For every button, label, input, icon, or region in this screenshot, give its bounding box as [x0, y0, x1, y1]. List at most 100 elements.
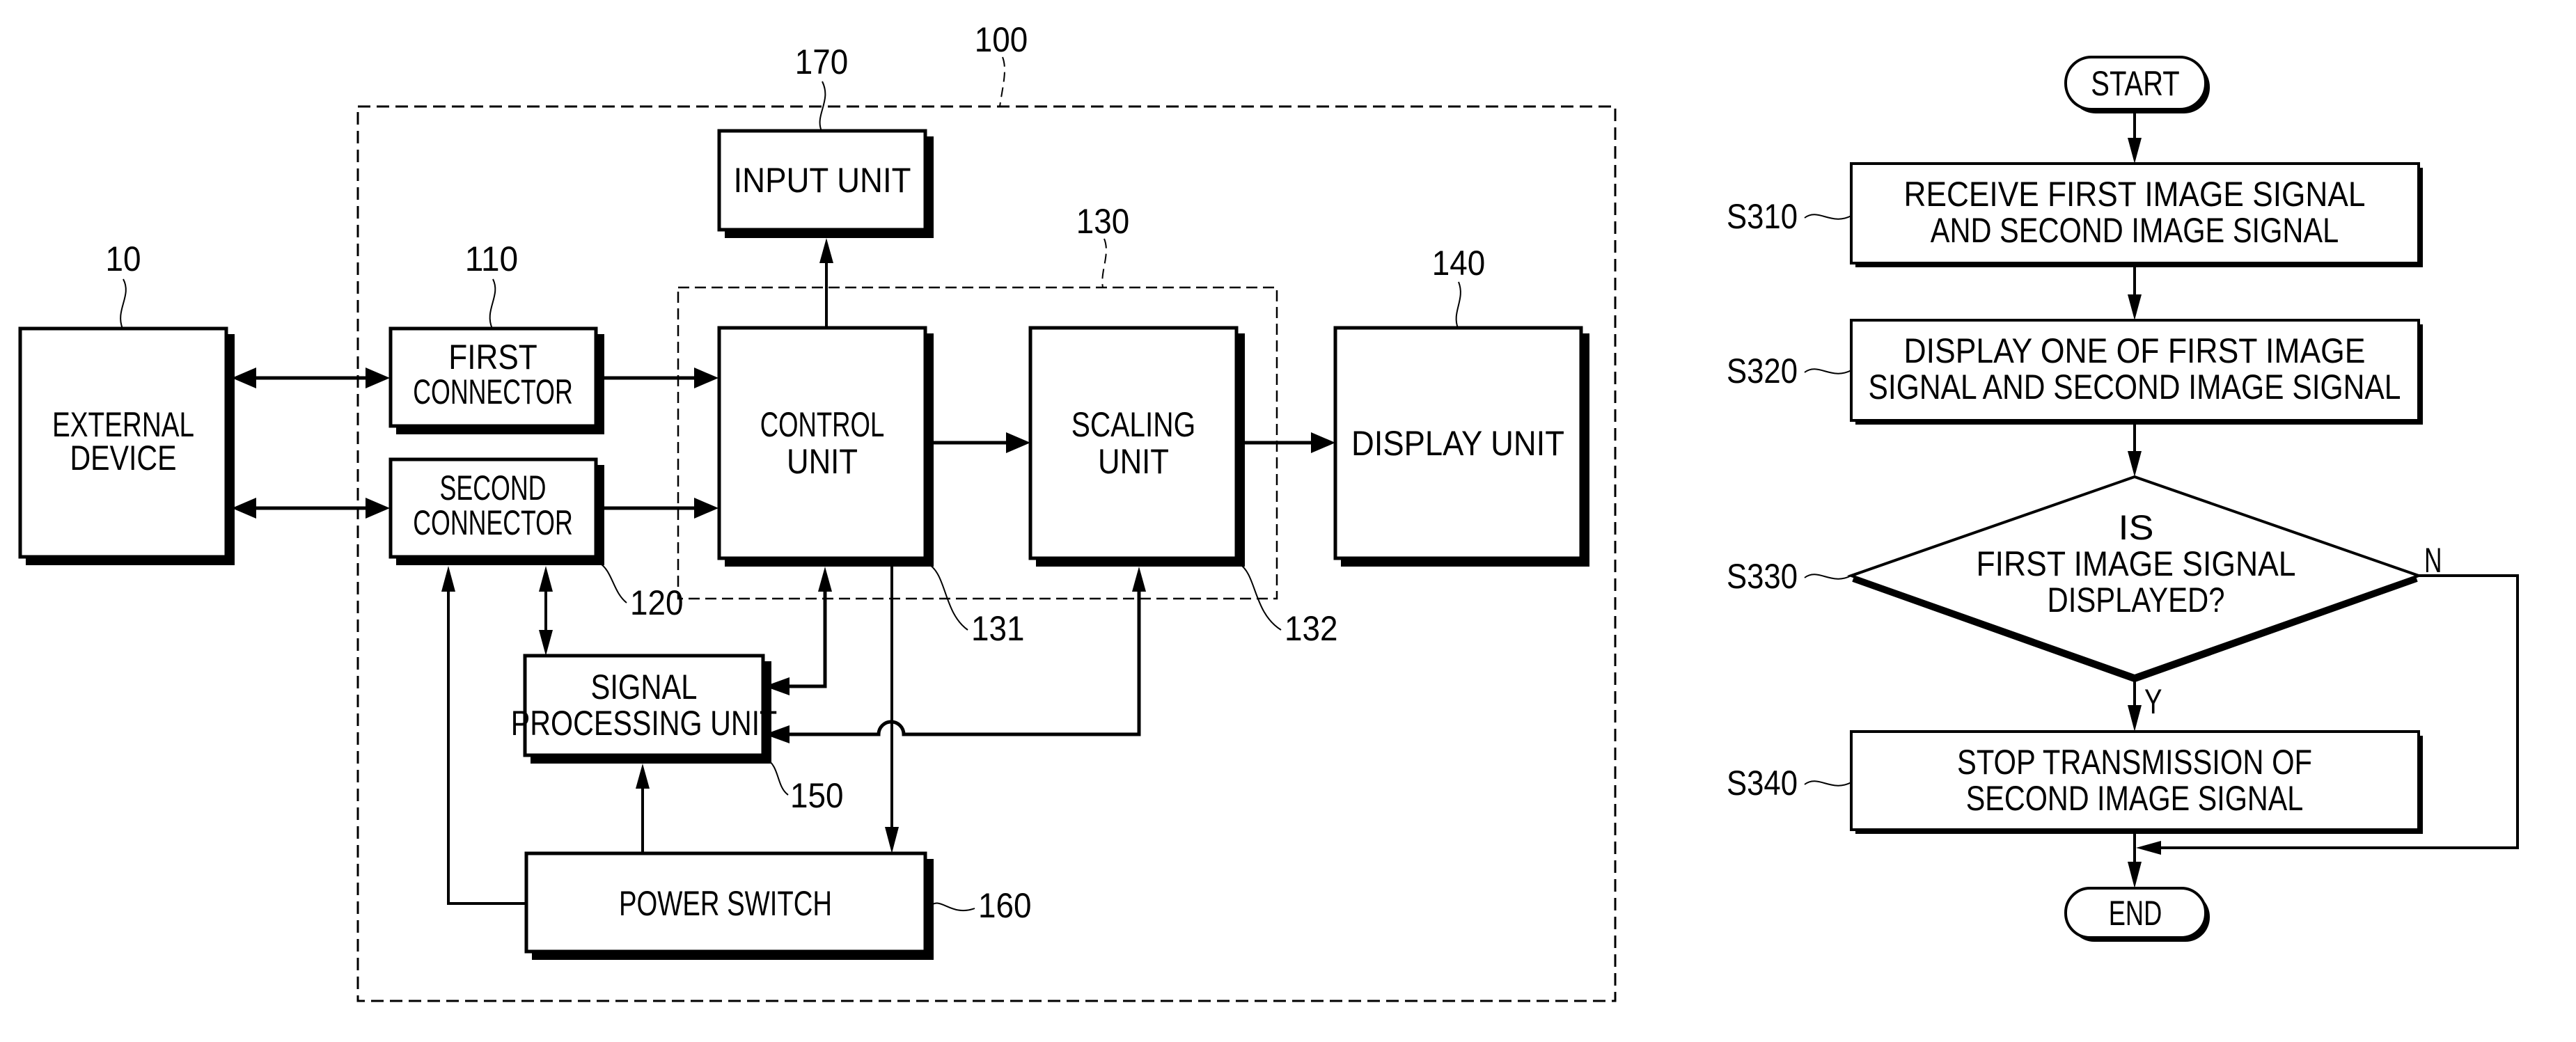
control-unit-block: CONTROL UNIT: [717, 326, 934, 567]
tilde-leader: [1804, 780, 1852, 787]
decision-text-line: DISPLAYED?: [2048, 581, 2225, 619]
reference-numeral: 132: [1285, 609, 1338, 648]
block-label-line: SCALING: [1071, 405, 1196, 444]
step-text-line: STOP TRANSMISSION OF: [1957, 743, 2312, 782]
reference-numeral: 150: [790, 776, 844, 815]
reference-numeral: 170: [795, 42, 849, 81]
reference-130: 130: [1076, 202, 1129, 288]
arrowhead-icon: [232, 368, 256, 388]
connection-external-second-connector: [232, 498, 390, 519]
reference-132: 132: [1239, 563, 1338, 648]
connection-control-signal-processing: [764, 567, 832, 695]
signal-processing-unit-block: SIGNAL PROCESSING UNIT: [511, 654, 778, 764]
connection-control-power-switch: [885, 567, 899, 853]
arrowhead-icon: [1311, 432, 1335, 453]
input-unit-block: INPUT UNIT: [717, 129, 934, 238]
reference-170: 170: [795, 42, 849, 132]
arrowhead-icon: [818, 567, 832, 592]
reference-numeral: 110: [465, 239, 519, 278]
arrowhead-icon: [2128, 138, 2142, 164]
arrowhead-icon: [2128, 705, 2142, 732]
reference-numeral: 140: [1432, 244, 1486, 283]
flow-arrow-s320-s330: [2128, 425, 2142, 477]
reference-numeral: 160: [978, 886, 1032, 925]
connection-first-connector-control: [600, 368, 718, 388]
step-text-line: RECEIVE FIRST IMAGE SIGNAL: [1904, 175, 2366, 214]
block-label-line: SECOND: [440, 468, 547, 507]
step-s330-decision: IS FIRST IMAGE SIGNAL DISPLAYED? S330: [1727, 475, 2424, 683]
arrowhead-icon: [1006, 432, 1030, 453]
branch-label-yes: Y: [2144, 682, 2162, 721]
reference-160: 160: [929, 886, 1032, 925]
block-label-line: INPUT UNIT: [734, 161, 911, 200]
end-terminal: END: [2064, 887, 2210, 942]
step-text-line: SIGNAL AND SECOND IMAGE SIGNAL: [1869, 368, 2401, 406]
flow-arrow-start-s310: [2128, 111, 2142, 164]
arrowhead-icon: [694, 368, 718, 388]
terminal-label: END: [2109, 894, 2162, 933]
tilde-leader: [1804, 574, 1852, 580]
step-id: S340: [1727, 764, 1798, 803]
block-label-line: CONNECTOR: [413, 372, 573, 411]
display-unit-block: DISPLAY UNIT: [1333, 326, 1589, 567]
arrowhead-icon: [539, 566, 553, 592]
reference-10: 10: [106, 239, 141, 329]
reference-numeral: 10: [106, 239, 141, 278]
step-id: S320: [1727, 352, 1798, 390]
flow-arrow-s310-s320: [2128, 267, 2142, 320]
arrowhead-icon: [694, 498, 718, 519]
reference-140: 140: [1432, 244, 1486, 329]
arrowhead-icon: [2128, 862, 2142, 888]
connection-second-connector-signal-processing: [539, 566, 553, 656]
flowchart: START RECEIVE FIRST IMAGE SIGNAL AND SEC…: [1727, 56, 2519, 942]
second-connector-block: SECOND CONNECTOR: [388, 457, 604, 565]
reference-numeral: 131: [971, 609, 1025, 648]
reference-131: 131: [927, 563, 1025, 648]
reference-120: 120: [598, 562, 684, 622]
arrowhead-icon: [2128, 451, 2142, 477]
step-text-line: SECOND IMAGE SIGNAL: [1966, 779, 2304, 818]
arrowhead-icon: [441, 566, 455, 592]
connection-second-connector-control: [600, 498, 718, 519]
block-label-line: CONTROL: [760, 405, 885, 444]
reference-numeral: 100: [975, 20, 1028, 59]
arrowhead-icon: [232, 498, 256, 519]
step-text-line: DISPLAY ONE OF FIRST IMAGE: [1904, 331, 2366, 370]
block-label-line: FIRST: [448, 338, 537, 377]
step-text-line: AND SECOND IMAGE SIGNAL: [1931, 211, 2339, 250]
connection-control-scaling: [934, 432, 1030, 453]
terminal-label: START: [2091, 64, 2180, 103]
step-id: S330: [1727, 557, 1798, 596]
connection-scaling-signal-processing: [764, 567, 1146, 743]
reference-110: 110: [465, 239, 519, 329]
start-terminal: START: [2064, 56, 2210, 113]
step-id: S310: [1727, 197, 1798, 236]
block-label-line: PROCESSING UNIT: [511, 704, 778, 743]
scaling-unit-block: SCALING UNIT: [1028, 326, 1245, 567]
external-device-block: EXTERNAL DEVICE: [18, 326, 235, 565]
connection-power-switch-signal-processing: [636, 764, 650, 853]
connection-external-first-connector: [232, 368, 390, 388]
step-s320: DISPLAY ONE OF FIRST IMAGE SIGNAL AND SE…: [1727, 319, 2423, 425]
block-label-line: SIGNAL: [591, 668, 698, 706]
block-label-line: UNIT: [1098, 442, 1169, 481]
flow-arrow-s340-end: [2128, 834, 2142, 888]
block-label-line: CONNECTOR: [413, 503, 573, 542]
reference-100: 100: [975, 20, 1028, 107]
arrowhead-icon: [885, 827, 899, 853]
step-s340: STOP TRANSMISSION OF SECOND IMAGE SIGNAL…: [1727, 730, 2423, 834]
block-label-line: UNIT: [787, 442, 858, 481]
reference-150: 150: [765, 758, 844, 815]
arrowhead-icon: [366, 368, 390, 388]
reference-numeral: 120: [630, 583, 684, 622]
branch-label-no: N: [2424, 541, 2442, 580]
arrowhead-icon: [2128, 294, 2142, 320]
tilde-leader: [1804, 214, 1852, 220]
decision-text-line: IS: [2119, 508, 2154, 547]
decision-text-line: FIRST IMAGE SIGNAL: [1977, 544, 2296, 583]
step-s310: RECEIVE FIRST IMAGE SIGNAL AND SECOND IM…: [1727, 162, 2423, 267]
power-switch-block: POWER SWITCH: [524, 851, 934, 960]
arrowhead-icon: [636, 764, 650, 789]
patent-figure: EXTERNAL DEVICE FIRST CONNECTOR SECOND C…: [0, 0, 2576, 1042]
arrowhead-icon: [366, 498, 390, 519]
